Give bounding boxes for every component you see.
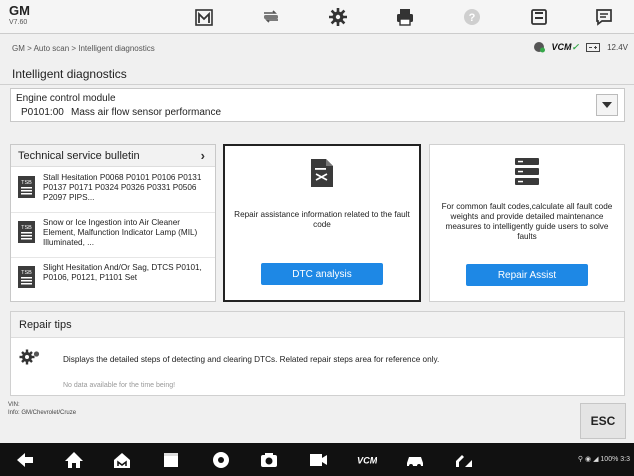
repair-tips-panel: Repair tips Displays the detailed steps … xyxy=(10,311,625,396)
vcm-nav-button[interactable]: VCM xyxy=(356,449,378,471)
document-icon: TSB xyxy=(18,266,35,288)
home-nav-button[interactable] xyxy=(63,449,85,471)
dropdown-button[interactable] xyxy=(596,94,618,116)
module-selector[interactable]: Engine control module P0101:00 Mass air … xyxy=(10,88,625,122)
battery-voltage-icon xyxy=(586,43,601,52)
repair-document-icon xyxy=(311,159,333,187)
vehicle-nav-button[interactable] xyxy=(404,449,426,471)
dtc-analysis-button[interactable]: DTC analysis xyxy=(261,263,383,285)
repair-assist-card[interactable]: For common fault codes,calculate all fau… xyxy=(429,144,625,302)
camera-button[interactable] xyxy=(258,449,280,471)
wifi-icon: ◉ ◢ xyxy=(585,456,599,463)
vcm-icon: VCM xyxy=(357,455,377,465)
back-arrow-icon xyxy=(17,453,33,467)
message-button[interactable] xyxy=(586,3,622,31)
house-icon xyxy=(65,452,83,468)
tsb-panel: Technical service bulletin › TSB Stall H… xyxy=(10,144,216,302)
back-button[interactable] xyxy=(14,449,36,471)
vehicle-swap-button[interactable] xyxy=(253,3,289,31)
settings-button[interactable] xyxy=(320,3,356,31)
svg-text:?: ? xyxy=(469,12,476,24)
system-tray: ⚲ ◉ ◢ 100% 3:3 xyxy=(578,455,630,463)
vin-label: VIN: xyxy=(8,402,20,408)
help-button[interactable]: ? xyxy=(454,3,490,31)
voltage-reading: 12.4V xyxy=(607,42,628,52)
app-version: V7.60 xyxy=(9,19,28,26)
car-icon xyxy=(407,457,423,468)
network-icon xyxy=(533,42,545,53)
tsb-item[interactable]: TSB Slight Hesitation And/Or Sag, DTCS P… xyxy=(11,258,215,303)
tsb-item-text: Stall Hesitation P0068 P0101 P0106 P0131… xyxy=(43,173,202,202)
tsb-header[interactable]: Technical service bulletin › xyxy=(11,145,215,167)
remote-support-button[interactable] xyxy=(453,449,475,471)
home-box-icon xyxy=(114,453,130,468)
divider xyxy=(0,84,634,85)
tsb-item-text: Slight Hesitation And/Or Sag, DTCS P0101… xyxy=(43,263,202,282)
vcm-label: VCM xyxy=(551,41,572,52)
settings-icon xyxy=(329,8,347,26)
tsb-item-text: Snow or Ice Ingestion into Air Cleaner E… xyxy=(43,218,198,247)
remote-support-icon xyxy=(456,455,472,467)
screen-record-button[interactable] xyxy=(307,449,329,471)
repair-card-description: For common fault codes,calculate all fau… xyxy=(441,202,613,241)
database-icon xyxy=(515,158,539,185)
tsb-item[interactable]: TSB Snow or Ice Ingestion into Air Clean… xyxy=(11,213,215,258)
save-button[interactable] xyxy=(521,3,557,31)
browser-icon xyxy=(213,452,229,468)
repair-tips-header: Repair tips xyxy=(11,312,624,338)
brand-name: GM xyxy=(9,3,30,18)
clock: 3:3 xyxy=(620,456,630,463)
recent-apps-icon xyxy=(164,453,178,467)
battery-level: 100% xyxy=(600,456,619,463)
vehicle-swap-icon xyxy=(264,10,278,23)
fault-description: Mass air flow sensor performance xyxy=(71,107,222,118)
page-title: Intelligent diagnostics xyxy=(12,67,127,81)
document-icon: TSB xyxy=(18,221,35,243)
dtc-analysis-card[interactable]: Repair assistance information related to… xyxy=(223,144,421,302)
repair-assist-button[interactable]: Repair Assist xyxy=(466,264,588,286)
recent-apps-button[interactable] xyxy=(160,449,182,471)
print-button[interactable] xyxy=(387,3,423,31)
breadcrumb-bar: GM > Auto scan > Intelligent diagnostics… xyxy=(0,35,634,63)
no-data-message: No data available for the time being! xyxy=(63,382,176,389)
screen-record-icon xyxy=(310,454,327,466)
home-icon xyxy=(195,9,213,26)
module-name: Engine control module xyxy=(16,93,116,104)
tsb-item[interactable]: TSB Stall Hesitation P0068 P0101 P0106 P… xyxy=(11,168,215,213)
document-icon: TSB xyxy=(18,176,35,198)
camera-icon xyxy=(261,453,277,467)
chevron-down-icon xyxy=(602,102,612,108)
vehicle-info: VIN: Info: GM/Chevrolet/Cruze xyxy=(8,401,76,417)
dtc-card-description: Repair assistance information related to… xyxy=(234,210,410,229)
svg-text:TSB: TSB xyxy=(21,270,32,276)
message-icon xyxy=(596,9,612,26)
connection-status: VCM✓ 12.4V xyxy=(533,41,628,53)
gears-icon xyxy=(19,349,40,365)
top-toolbar: GM V7.60 ? xyxy=(0,0,634,34)
brand: GM V7.60 xyxy=(9,3,30,27)
diagnostics-home-button[interactable] xyxy=(111,449,133,471)
chevron-right-icon: › xyxy=(200,148,205,163)
print-icon xyxy=(397,9,413,26)
repair-tips-title: Repair tips xyxy=(19,319,72,331)
browser-button[interactable] xyxy=(210,449,232,471)
svg-text:VCM: VCM xyxy=(357,455,377,465)
repair-tips-text: Displays the detailed steps of detecting… xyxy=(63,355,440,364)
svg-text:TSB: TSB xyxy=(21,225,32,231)
vcm-indicator: VCM✓ xyxy=(551,41,580,52)
location-icon: ⚲ xyxy=(577,456,584,463)
vehicle-info-text: Info: GM/Chevrolet/Cruze xyxy=(8,410,77,416)
help-icon: ? xyxy=(464,9,480,25)
fault-code: P0101:00 xyxy=(21,107,64,118)
esc-button[interactable]: ESC xyxy=(580,403,626,439)
save-icon xyxy=(531,9,547,25)
tsb-title: Technical service bulletin xyxy=(18,150,140,162)
breadcrumb: GM > Auto scan > Intelligent diagnostics xyxy=(12,44,155,53)
footer: VIN: Info: GM/Chevrolet/Cruze ESC xyxy=(0,398,634,443)
system-navigation-bar: VCM ⚲ ◉ ◢ 100% 3:3 xyxy=(0,443,634,476)
svg-text:TSB: TSB xyxy=(21,180,32,186)
home-button[interactable] xyxy=(186,3,222,31)
